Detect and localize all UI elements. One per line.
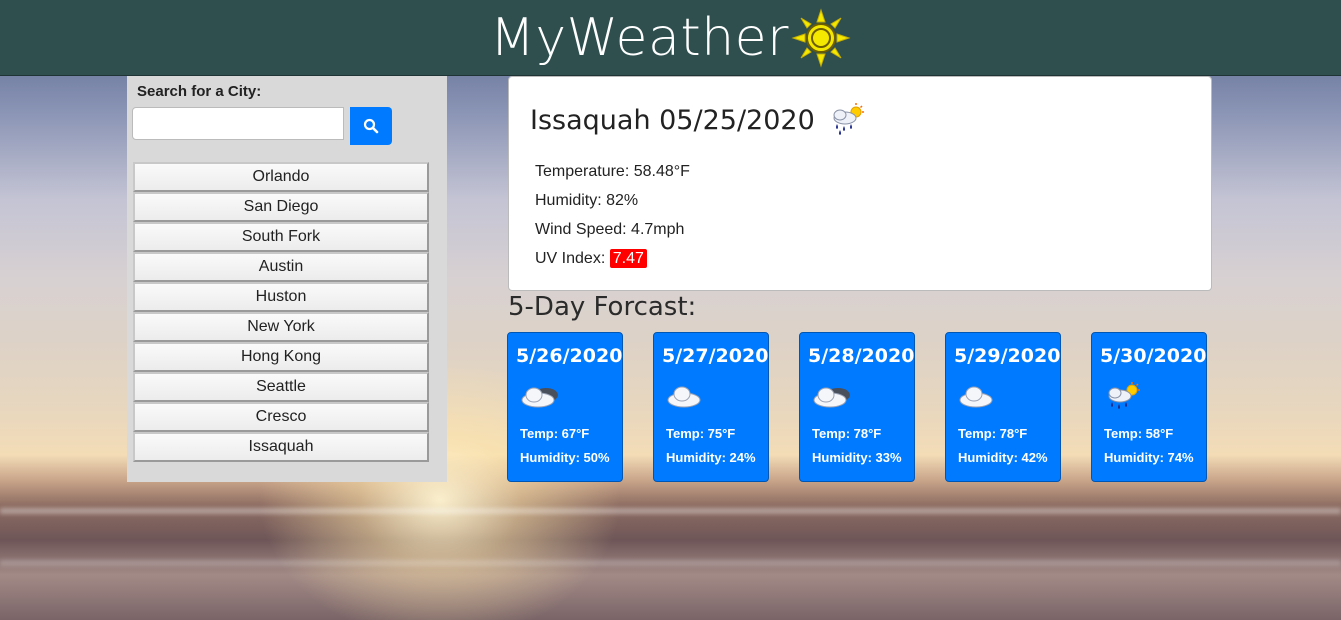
forecast-humidity: Humidity: 74% bbox=[1104, 450, 1194, 465]
forecast-date: 5/27/2020 bbox=[662, 345, 769, 367]
city-button-issaquah[interactable]: Issaquah bbox=[133, 432, 429, 462]
city-button-south-fork[interactable]: South Fork bbox=[133, 222, 429, 252]
forecast-temp: Temp: 78°F bbox=[958, 426, 1028, 441]
city-search-input[interactable] bbox=[132, 107, 344, 140]
forecast-date: 5/26/2020 bbox=[516, 345, 623, 367]
forecast-date: 5/28/2020 bbox=[808, 345, 915, 367]
forecast-humidity: Humidity: 33% bbox=[812, 450, 902, 465]
forecast-date: 5/29/2020 bbox=[954, 345, 1061, 367]
city-button-orlando[interactable]: Orlando bbox=[133, 162, 429, 192]
forecast-card: 5/27/2020 Temp: 75°F Humidity: 24% bbox=[653, 332, 769, 482]
rain-sun-icon bbox=[833, 103, 864, 135]
forecast-card: 5/26/2020 Temp: 67°F Humidity: 50% bbox=[507, 332, 623, 482]
cloud-dark-icon bbox=[813, 387, 850, 408]
rain-sun-icon bbox=[1108, 382, 1140, 409]
current-weather-heading: Issaquah 05/25/2020 bbox=[530, 102, 867, 138]
forecast-date: 5/30/2020 bbox=[1100, 345, 1207, 367]
uv-index-label: UV Index: bbox=[535, 250, 606, 267]
forecast-card: 5/30/2020 Temp: 58°F Humidity: 74% bbox=[1091, 332, 1207, 482]
current-weather-card: Issaquah 05/25/2020 Temperature: 58.48°F… bbox=[508, 76, 1212, 291]
background-wave bbox=[0, 508, 1341, 514]
forecast-temp: Temp: 67°F bbox=[520, 426, 590, 441]
city-history-list: Orlando San Diego South Fork Austin Hust… bbox=[133, 162, 429, 462]
forecast-card: 5/29/2020 Temp: 78°F Humidity: 42% bbox=[945, 332, 1061, 482]
app-header: MyWeather bbox=[0, 0, 1341, 76]
forecast-temp: Temp: 78°F bbox=[812, 426, 882, 441]
city-button-new-york[interactable]: New York bbox=[133, 312, 429, 342]
cloud-icon bbox=[667, 386, 701, 408]
cloud-dark-icon bbox=[521, 387, 558, 408]
current-uv-index: UV Index: 7.47 bbox=[535, 249, 647, 268]
city-button-san-diego[interactable]: San Diego bbox=[133, 192, 429, 222]
city-button-hong-kong[interactable]: Hong Kong bbox=[133, 342, 429, 372]
search-label: Search for a City: bbox=[137, 83, 262, 100]
search-icon bbox=[363, 118, 379, 134]
city-button-huston[interactable]: Huston bbox=[133, 282, 429, 312]
forecast-temp: Temp: 75°F bbox=[666, 426, 736, 441]
forecast-humidity: Humidity: 42% bbox=[958, 450, 1048, 465]
current-temperature: Temperature: 58.48°F bbox=[535, 163, 690, 180]
forecast-temp: Temp: 58°F bbox=[1104, 426, 1174, 441]
city-button-seattle[interactable]: Seattle bbox=[133, 372, 429, 402]
forecast-title: 5-Day Forcast: bbox=[508, 292, 697, 322]
cloud-icon bbox=[959, 386, 993, 408]
background-wave bbox=[0, 560, 1341, 566]
city-button-austin[interactable]: Austin bbox=[133, 252, 429, 282]
app-title: MyWeather bbox=[489, 7, 790, 68]
search-button[interactable] bbox=[350, 107, 392, 145]
current-humidity: Humidity: 82% bbox=[535, 192, 639, 209]
forecast-humidity: Humidity: 24% bbox=[666, 450, 756, 465]
city-button-cresco[interactable]: Cresco bbox=[133, 402, 429, 432]
current-wind-speed: Wind Speed: 4.7mph bbox=[535, 221, 685, 238]
uv-index-badge: 7.47 bbox=[609, 249, 647, 268]
forecast-card: 5/28/2020 Temp: 78°F Humidity: 33% bbox=[799, 332, 915, 482]
current-city-date: Issaquah 05/25/2020 bbox=[530, 104, 815, 136]
forecast-humidity: Humidity: 50% bbox=[520, 450, 610, 465]
sun-icon bbox=[791, 7, 851, 68]
city-sidebar: Search for a City: Orlando San Diego Sou… bbox=[127, 76, 447, 482]
